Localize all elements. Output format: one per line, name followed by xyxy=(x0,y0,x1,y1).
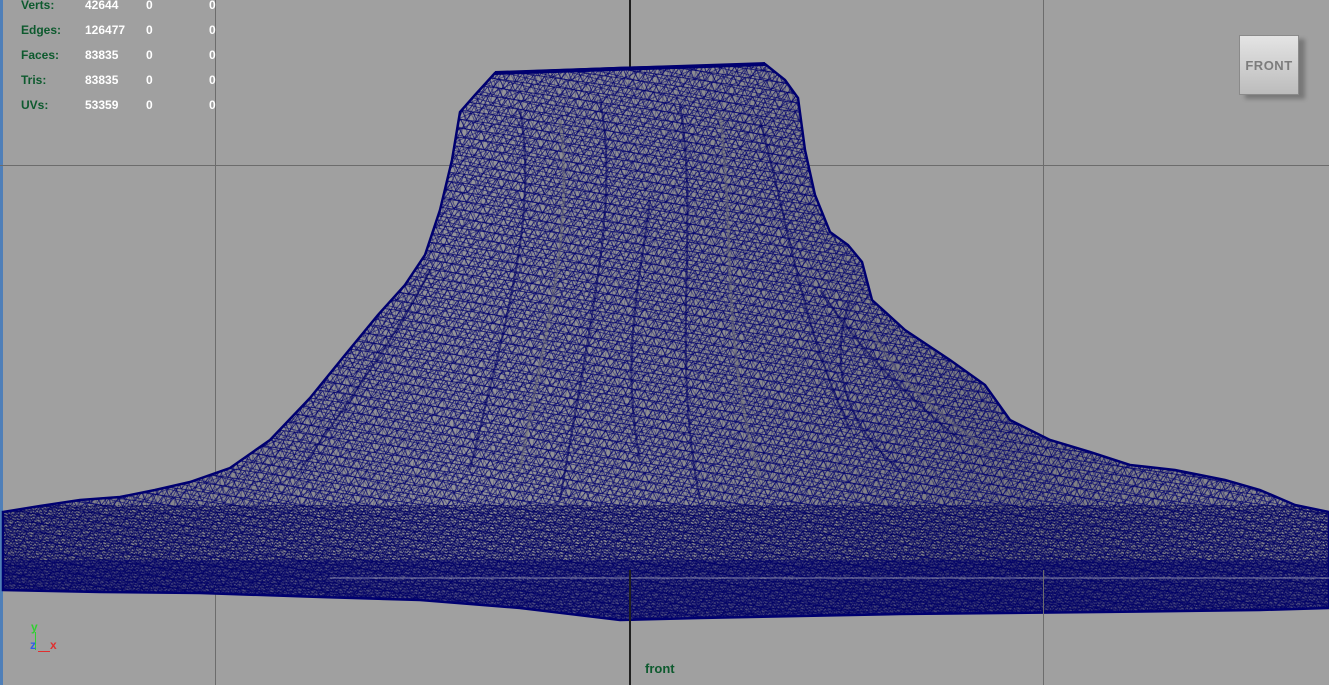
hud-value: 0 xyxy=(146,0,153,12)
hud-value: 0 xyxy=(209,0,216,12)
x-axis-line xyxy=(38,651,50,652)
hud-value: 83835 xyxy=(85,48,119,62)
hud-label: Tris: xyxy=(21,73,47,87)
axis-gizmo: y z x xyxy=(28,620,68,660)
hud-value: 0 xyxy=(146,48,153,62)
hud-value: 126477 xyxy=(85,23,126,37)
z-axis-label: z xyxy=(30,638,36,652)
hud-value: 0 xyxy=(209,73,216,87)
hud-value: 0 xyxy=(209,48,216,62)
hud-value: 83835 xyxy=(85,73,119,87)
hud-label: Verts: xyxy=(21,0,55,12)
hud-value: 53359 xyxy=(85,98,119,112)
viewcube-front[interactable]: FRONT xyxy=(1239,35,1299,95)
hud-value: 42644 xyxy=(85,0,119,12)
hud-label: UVs: xyxy=(21,98,49,112)
x-axis-label: x xyxy=(50,638,57,652)
y-axis-label: y xyxy=(31,620,38,634)
hud-label: Faces: xyxy=(21,48,60,62)
hud-value: 0 xyxy=(146,98,153,112)
hud-value: 0 xyxy=(146,73,153,87)
mountain-wireframe-mesh[interactable] xyxy=(0,0,1329,685)
hud-label: Edges: xyxy=(21,23,62,37)
hud-value: 0 xyxy=(209,23,216,37)
hud-value: 0 xyxy=(209,98,216,112)
front-viewport[interactable]: Verts: 42644 0 0 Edges: 126477 0 0 Faces… xyxy=(0,0,1329,685)
camera-name-label: front xyxy=(645,661,675,676)
hud-value: 0 xyxy=(146,23,153,37)
